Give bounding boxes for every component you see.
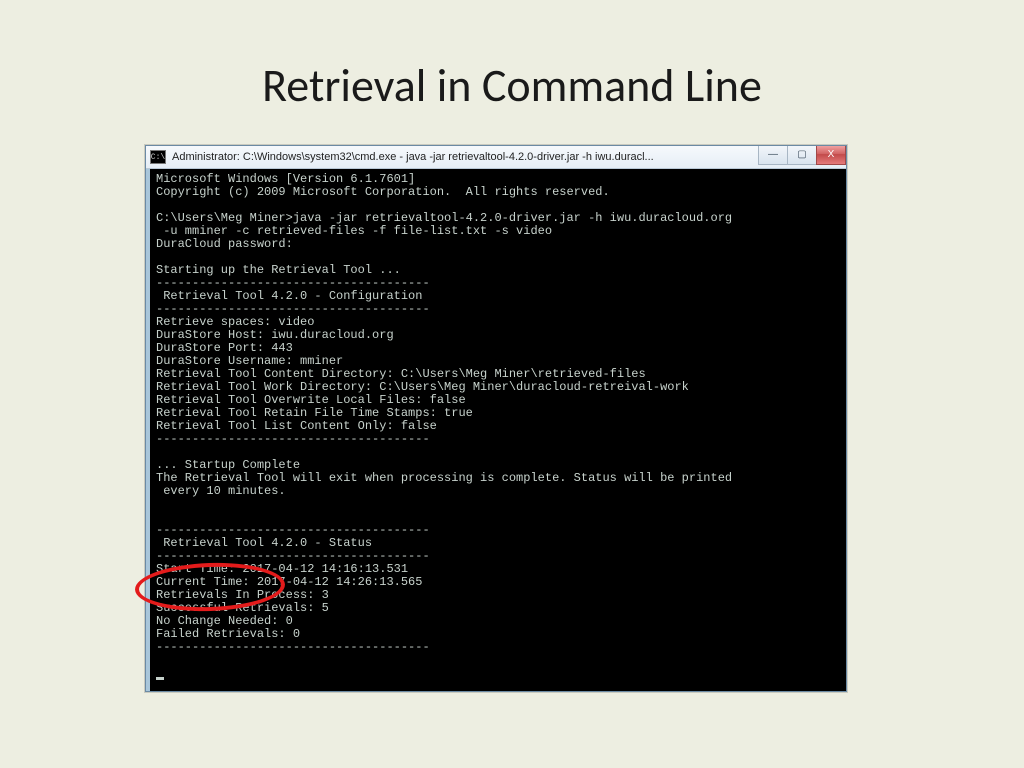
window-title-text: Administrator: C:\Windows\system32\cmd.e… [172,151,846,163]
slide-title: Retrieval in Command Line [0,58,1024,114]
slide: Retrieval in Command Line C:\ Administra… [0,0,1024,768]
window-titlebar[interactable]: C:\ Administrator: C:\Windows\system32\c… [146,146,846,169]
terminal-cursor [156,677,164,680]
close-button[interactable]: X [816,146,846,165]
cmd-icon: C:\ [150,150,166,164]
window-controls: — ▢ X [758,146,846,166]
maximize-button[interactable]: ▢ [787,146,817,165]
terminal-output[interactable]: Microsoft Windows [Version 6.1.7601] Cop… [146,169,846,691]
minimize-button[interactable]: — [758,146,788,165]
cmd-window: C:\ Administrator: C:\Windows\system32\c… [145,145,847,692]
